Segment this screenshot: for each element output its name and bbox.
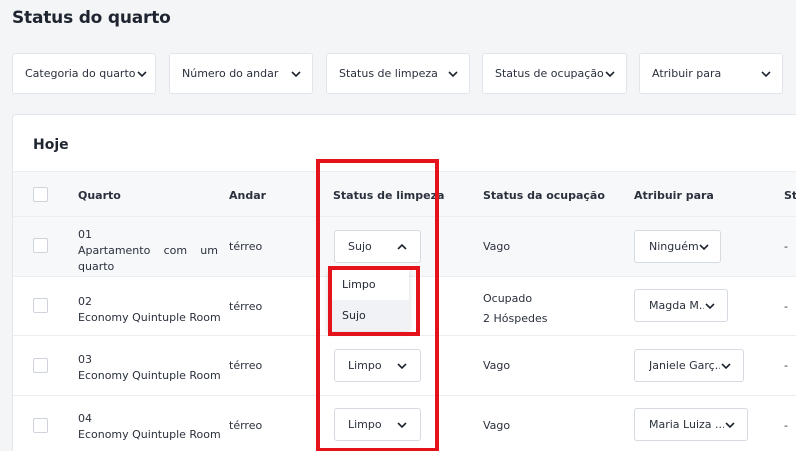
filter-label: Atribuir para <box>652 67 722 80</box>
row-checkbox[interactable] <box>33 418 48 433</box>
extra-cell: - <box>784 419 788 432</box>
chevron-down-icon <box>604 68 616 80</box>
filter-label: Status de ocupação <box>495 67 604 80</box>
table-header: Quarto Andar Status de limpeza Status da… <box>13 171 796 217</box>
filter-floor-number[interactable]: Número do andar <box>169 53 313 94</box>
occupancy-status: Ocupado <box>483 292 533 305</box>
chevron-down-icon <box>290 68 302 80</box>
dropdown-option-sujo[interactable]: Sujo <box>328 300 409 331</box>
floor-cell: térreo <box>229 359 263 372</box>
extra-cell: - <box>784 300 788 313</box>
filter-assign-to[interactable]: Atribuir para <box>639 53 783 94</box>
room-name: Economy Quintuple Room <box>78 428 221 441</box>
floor-cell: térreo <box>229 300 263 313</box>
filter-label: Categoria do quarto <box>25 67 136 80</box>
row-checkbox[interactable] <box>33 358 48 373</box>
extra-cell: - <box>784 359 788 372</box>
room-name: Apartamento com um quarto <box>78 244 218 273</box>
room-cell: 04 Economy Quintuple Room <box>78 411 228 443</box>
assign-select[interactable]: Maria Luiza ... <box>634 408 748 441</box>
page-title: Status do quarto <box>12 8 171 28</box>
chevron-down-icon <box>136 68 148 80</box>
chevron-down-icon <box>704 300 716 312</box>
occupancy-cell: Vago <box>483 359 511 372</box>
chevron-down-icon <box>698 241 710 253</box>
table-row: 03 Economy Quintuple Room térreo Limpo V… <box>13 336 796 396</box>
table-row: 04 Economy Quintuple Room térreo Limpo V… <box>13 396 796 451</box>
row-checkbox[interactable] <box>33 238 48 253</box>
chevron-up-icon <box>396 241 408 253</box>
dropdown-option-limpo[interactable]: Limpo <box>328 269 409 300</box>
floor-cell: térreo <box>229 240 263 253</box>
assign-value: Maria Luiza ... <box>649 418 724 431</box>
select-all-checkbox[interactable] <box>33 187 48 202</box>
filter-label: Status de limpeza <box>339 67 438 80</box>
cleaning-status-select[interactable]: Limpo <box>334 408 421 441</box>
row-checkbox[interactable] <box>33 298 48 313</box>
chevron-down-icon <box>720 360 732 372</box>
room-number: 04 <box>78 412 92 425</box>
filter-label: Número do andar <box>182 67 279 80</box>
assign-select[interactable]: Magda M... <box>634 289 728 322</box>
cleaning-status-select[interactable]: Sujo <box>334 230 421 263</box>
assign-select[interactable]: Janiele Garç... <box>634 349 744 382</box>
occupancy-cell: Vago <box>483 240 511 253</box>
assign-value: Ninguém <box>649 240 698 253</box>
chevron-down-icon <box>447 68 459 80</box>
cleaning-status-value: Limpo <box>348 418 382 431</box>
card-title: Hoje <box>33 137 69 153</box>
extra-cell: - <box>784 240 788 253</box>
header-floor: Andar <box>229 189 267 202</box>
chevron-down-icon <box>396 360 408 372</box>
room-name: Economy Quintuple Room <box>78 369 221 382</box>
room-cell: 02 Economy Quintuple Room <box>78 294 228 326</box>
chevron-down-icon <box>396 419 408 431</box>
header-cleaning-status: Status de limpeza <box>333 189 445 202</box>
assign-value: Magda M... <box>649 299 704 312</box>
table-row: 01 Apartamento com um quarto térreo Sujo… <box>13 217 796 277</box>
floor-cell: térreo <box>229 419 263 432</box>
occupancy-guests: 2 Hóspedes <box>483 312 548 325</box>
occupancy-cell: Ocupado 2 Hóspedes <box>483 289 547 329</box>
room-number: 01 <box>78 228 92 241</box>
chevron-down-icon <box>724 419 736 431</box>
filter-room-category[interactable]: Categoria do quarto <box>12 53 156 94</box>
header-assign-to: Atribuir para <box>634 189 714 202</box>
cleaning-status-value: Limpo <box>348 359 382 372</box>
filter-cleaning-status[interactable]: Status de limpeza <box>326 53 470 94</box>
chevron-down-icon <box>760 68 772 80</box>
room-number: 03 <box>78 353 92 366</box>
header-room: Quarto <box>78 189 121 202</box>
cleaning-status-value: Sujo <box>348 240 372 253</box>
header-occupancy-status: Status da ocupação <box>483 189 605 202</box>
cleaning-status-dropdown: Limpo Sujo <box>328 269 409 331</box>
room-cell: 03 Economy Quintuple Room <box>78 352 228 384</box>
room-number: 02 <box>78 295 92 308</box>
cleaning-status-select[interactable]: Limpo <box>334 349 421 382</box>
room-cell: 01 Apartamento com um quarto <box>78 227 218 275</box>
occupancy-cell: Vago <box>483 419 511 432</box>
assign-select[interactable]: Ninguém <box>634 230 721 263</box>
filter-occupancy-status[interactable]: Status de ocupação <box>482 53 627 94</box>
assign-value: Janiele Garç... <box>649 359 720 372</box>
room-name: Economy Quintuple Room <box>78 311 221 324</box>
header-extra: St <box>784 189 796 202</box>
